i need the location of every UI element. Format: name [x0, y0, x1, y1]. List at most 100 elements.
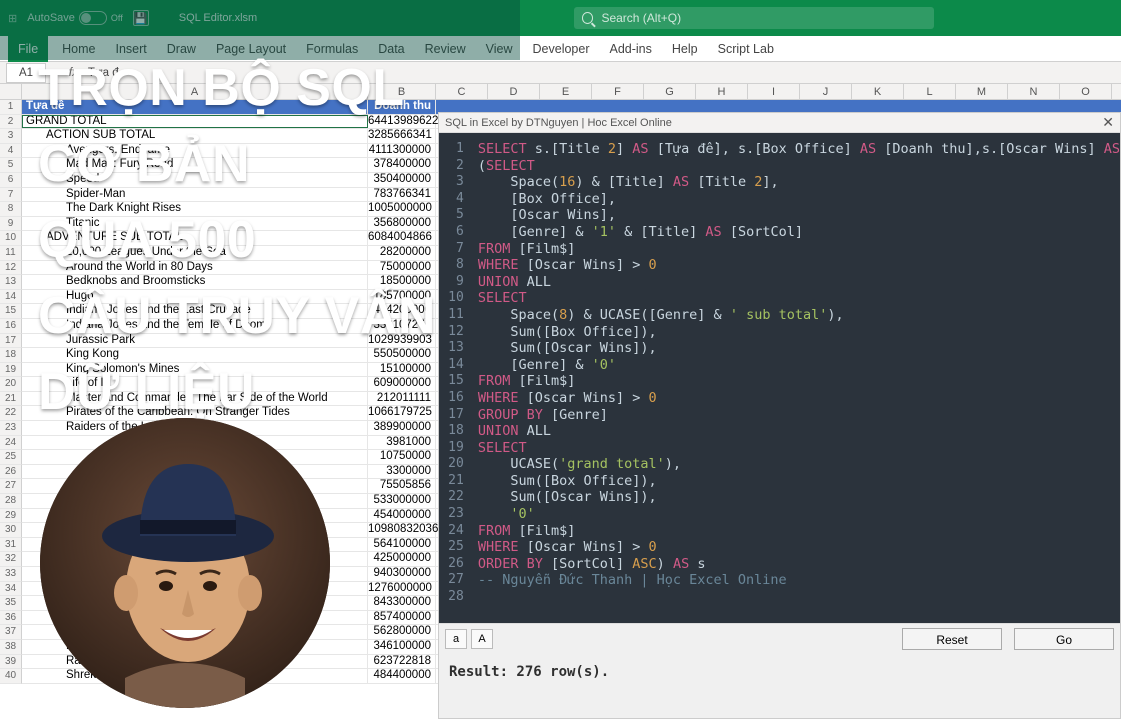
tab-formulas[interactable]: Formulas [296, 36, 368, 62]
uppercase-button[interactable]: A [471, 629, 493, 649]
row-number[interactable]: 34 [0, 582, 22, 597]
tab-developer[interactable]: Developer [523, 36, 600, 62]
code-line[interactable]: (SELECT [478, 158, 1120, 175]
code-line[interactable]: '0' [478, 506, 1120, 523]
row-number[interactable]: 12 [0, 261, 22, 276]
col-header-j[interactable]: J [800, 84, 852, 99]
col-header-d[interactable]: D [488, 84, 540, 99]
tab-data[interactable]: Data [368, 36, 414, 62]
code-line[interactable]: Sum([Box Office]), [478, 473, 1120, 490]
reset-button[interactable]: Reset [902, 628, 1002, 650]
code-line[interactable]: Space(16) & [Title] AS [Title 2], [478, 174, 1120, 191]
fx-icon[interactable]: fx [61, 67, 78, 79]
row-number[interactable]: 10 [0, 231, 22, 246]
code-line[interactable]: ORDER BY [SortCol] ASC) AS s [478, 556, 1120, 573]
col-header-k[interactable]: K [852, 84, 904, 99]
chevron-down-icon[interactable]: ▼ [52, 68, 61, 78]
sql-editor[interactable]: 1234567891011121314151617181920212223242… [439, 133, 1120, 623]
code-line[interactable]: Space(8) & UCASE([Genre] & ' sub total')… [478, 307, 1120, 324]
row-number[interactable]: 31 [0, 538, 22, 553]
name-box[interactable]: A1 [6, 63, 46, 83]
autosave-toggle[interactable]: AutoSave Off [27, 11, 123, 25]
code-line[interactable]: WHERE [Oscar Wins] > 0 [478, 390, 1120, 407]
row-number[interactable]: 21 [0, 392, 22, 407]
code-line[interactable]: SELECT [478, 290, 1120, 307]
close-icon[interactable]: ✕ [1102, 114, 1114, 131]
row-number[interactable]: 15 [0, 304, 22, 319]
code-line[interactable]: Sum([Oscar Wins]), [478, 340, 1120, 357]
code-line[interactable]: FROM [Film$] [478, 523, 1120, 540]
row-number[interactable]: 14 [0, 290, 22, 305]
col-header-c[interactable]: C [436, 84, 488, 99]
row-number[interactable]: 16 [0, 319, 22, 334]
row-number[interactable]: 4 [0, 144, 22, 159]
row-number[interactable]: 18 [0, 348, 22, 363]
row-number[interactable]: 27 [0, 479, 22, 494]
code-line[interactable]: [Genre] & '1' & [Title] AS [SortCol] [478, 224, 1120, 241]
row-number[interactable]: 32 [0, 552, 22, 567]
row-number[interactable]: 30 [0, 523, 22, 538]
tab-insert[interactable]: Insert [106, 36, 157, 62]
row-number[interactable]: 33 [0, 567, 22, 582]
row-number[interactable]: 20 [0, 377, 22, 392]
code-line[interactable]: SELECT [478, 440, 1120, 457]
row-number[interactable]: 28 [0, 494, 22, 509]
col-header-n[interactable]: N [1008, 84, 1060, 99]
code-line[interactable]: [Oscar Wins], [478, 207, 1120, 224]
col-header-a[interactable]: A [22, 84, 368, 99]
editor-code[interactable]: SELECT s.[Title 2] AS [Tựa đề], s.[Box O… [472, 133, 1120, 623]
row-number[interactable]: 11 [0, 246, 22, 261]
tab-script-lab[interactable]: Script Lab [708, 36, 784, 62]
col-header-g[interactable]: G [644, 84, 696, 99]
row-number[interactable]: 29 [0, 509, 22, 524]
code-line[interactable]: WHERE [Oscar Wins] > 0 [478, 257, 1120, 274]
col-header-f[interactable]: F [592, 84, 644, 99]
select-all-cell[interactable] [0, 84, 22, 99]
code-line[interactable]: FROM [Film$] [478, 373, 1120, 390]
row-number[interactable]: 37 [0, 625, 22, 640]
row-number[interactable]: 2 [0, 115, 22, 130]
formula-content[interactable]: Tựa đ [78, 67, 119, 79]
col-header-m[interactable]: M [956, 84, 1008, 99]
row-number[interactable]: 9 [0, 217, 22, 232]
row-number[interactable]: 40 [0, 669, 22, 684]
tab-view[interactable]: View [476, 36, 523, 62]
tab-home[interactable]: Home [52, 36, 105, 62]
col-header-e[interactable]: E [540, 84, 592, 99]
code-line[interactable]: [Genre] & '0' [478, 357, 1120, 374]
tab-add-ins[interactable]: Add-ins [600, 36, 662, 62]
code-line[interactable]: -- Nguyễn Đức Thanh | Học Excel Online [478, 572, 1120, 589]
row-number[interactable]: 7 [0, 188, 22, 203]
search-box[interactable] [574, 7, 934, 29]
lowercase-button[interactable]: a [445, 629, 467, 649]
row-number[interactable]: 3 [0, 129, 22, 144]
tab-page-layout[interactable]: Page Layout [206, 36, 296, 62]
row-number[interactable]: 23 [0, 421, 22, 436]
row-number[interactable]: 5 [0, 158, 22, 173]
row-number[interactable]: 39 [0, 655, 22, 670]
row-number[interactable]: 36 [0, 611, 22, 626]
row-number[interactable]: 8 [0, 202, 22, 217]
col-header-l[interactable]: L [904, 84, 956, 99]
code-line[interactable]: GROUP BY [Genre] [478, 407, 1120, 424]
row-number[interactable]: 13 [0, 275, 22, 290]
code-line[interactable]: UCASE('grand total'), [478, 456, 1120, 473]
code-line[interactable]: Sum([Box Office]), [478, 324, 1120, 341]
col-header-i[interactable]: I [748, 84, 800, 99]
code-line[interactable]: [Box Office], [478, 191, 1120, 208]
tab-draw[interactable]: Draw [157, 36, 206, 62]
row-number[interactable]: 19 [0, 363, 22, 378]
row-number[interactable]: 38 [0, 640, 22, 655]
row-number[interactable]: 1 [0, 100, 22, 115]
search-input[interactable] [601, 11, 926, 25]
row-number[interactable]: 24 [0, 436, 22, 451]
tab-file[interactable]: File [8, 36, 48, 62]
go-button[interactable]: Go [1014, 628, 1114, 650]
code-line[interactable]: SELECT s.[Title 2] AS [Tựa đề], s.[Box O… [478, 141, 1120, 158]
code-line[interactable]: FROM [Film$] [478, 241, 1120, 258]
tab-review[interactable]: Review [415, 36, 476, 62]
row-number[interactable]: 35 [0, 596, 22, 611]
code-line[interactable]: UNION ALL [478, 274, 1120, 291]
code-line[interactable]: UNION ALL [478, 423, 1120, 440]
tab-help[interactable]: Help [662, 36, 708, 62]
